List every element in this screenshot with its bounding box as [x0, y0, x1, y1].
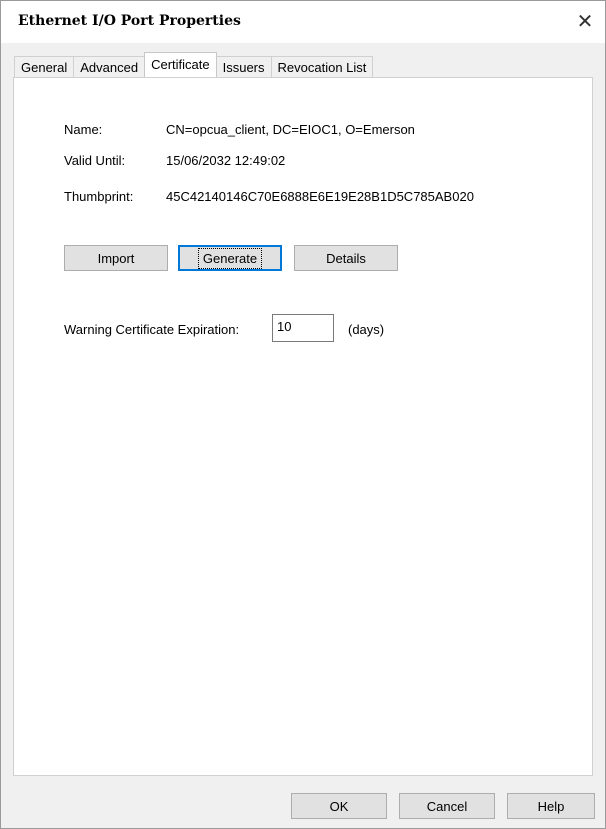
cancel-button-label: Cancel — [426, 798, 468, 814]
ok-button[interactable]: OK — [291, 793, 387, 819]
help-button-label: Help — [537, 798, 565, 814]
close-icon[interactable]: ✕ — [565, 1, 605, 41]
name-value: CN=opcua_client, DC=EIOC1, O=Emerson — [166, 122, 415, 137]
expiration-unit: (days) — [348, 322, 385, 337]
valid-until-value: 15/06/2032 12:49:02 — [166, 153, 286, 168]
dialog-title: Ethernet I/O Port Properties — [18, 13, 241, 29]
tab-certificate[interactable]: Certificate — [144, 52, 217, 77]
import-button[interactable]: Import — [64, 245, 168, 271]
certificate-panel: Name: CN=opcua_client, DC=EIOC1, O=Emers… — [13, 77, 593, 776]
details-button[interactable]: Details — [294, 245, 398, 271]
expiration-label: Warning Certificate Expiration: — [64, 322, 240, 337]
expiration-days-input[interactable]: 10 — [272, 314, 334, 342]
tab-revocation-list[interactable]: Revocation List — [270, 56, 374, 77]
thumbprint-label: Thumbprint: — [64, 189, 134, 204]
tab-advanced[interactable]: Advanced — [73, 56, 146, 77]
title-bar: Ethernet I/O Port Properties ✕ — [1, 1, 605, 43]
properties-dialog: Ethernet I/O Port Properties ✕ General A… — [0, 0, 606, 829]
valid-until-label: Valid Until: — [64, 153, 126, 168]
tab-strip: General Advanced Certificate Issuers Rev… — [14, 52, 374, 77]
generate-button-label: Generate — [197, 247, 263, 269]
thumbprint-value: 45C42140146C70E6888E6E19E28B1D5C785AB020 — [166, 189, 474, 204]
name-label: Name: — [64, 122, 103, 137]
help-button[interactable]: Help — [507, 793, 595, 819]
tab-issuers[interactable]: Issuers — [215, 56, 272, 77]
ok-button-label: OK — [329, 798, 349, 814]
cancel-button[interactable]: Cancel — [399, 793, 495, 819]
import-button-label: Import — [97, 250, 135, 266]
details-button-label: Details — [326, 250, 366, 266]
tab-general[interactable]: General — [14, 56, 75, 77]
generate-button[interactable]: Generate — [178, 245, 282, 271]
